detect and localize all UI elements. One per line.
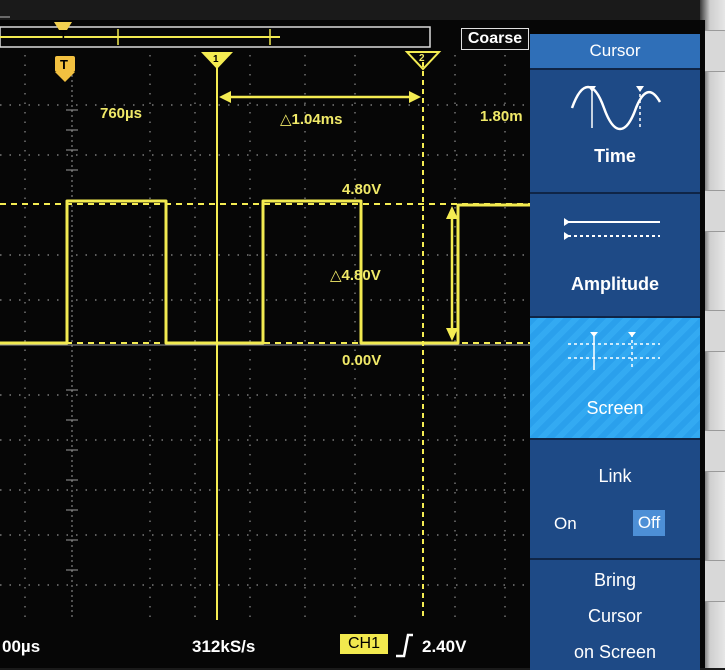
cursor-2-time-readout: 1.80m bbox=[480, 108, 523, 125]
ch1-waveform-trace bbox=[0, 199, 530, 345]
trigger-marker-label: T bbox=[60, 57, 68, 72]
waveform-graticule bbox=[0, 16, 530, 620]
channel-badge: CH1 bbox=[340, 634, 388, 654]
cursor-side-menu: Cursor Time Amplitude Screen Link On Off… bbox=[530, 34, 700, 670]
trigger-marker-label-top: T bbox=[60, 29, 67, 41]
coarse-mode-indicator[interactable]: Coarse bbox=[461, 28, 529, 50]
upper-level-readout: 4.80V bbox=[342, 181, 382, 198]
bring-cursor-line-1: Bring bbox=[593, 570, 637, 590]
menu-item-link[interactable]: Link On Off bbox=[530, 438, 700, 558]
rising-edge-icon bbox=[396, 633, 413, 658]
link-label: Link bbox=[598, 466, 632, 486]
menu-item-amplitude-label: Amplitude bbox=[571, 274, 659, 294]
cursor-2-label: 2 bbox=[419, 53, 425, 64]
menu-item-screen-label: Screen bbox=[586, 398, 644, 418]
bezel-button-3[interactable] bbox=[702, 310, 725, 352]
bezel-button-5[interactable] bbox=[702, 560, 725, 602]
lower-level-readout: 0.00V bbox=[342, 352, 382, 369]
bring-cursor-line-3: on Screen bbox=[573, 642, 657, 662]
trigger-level-readout: 2.40V bbox=[422, 637, 467, 656]
menu-item-amplitude[interactable]: Amplitude bbox=[530, 192, 700, 316]
cursor-1-label: 1 bbox=[213, 54, 219, 65]
bezel-button-1[interactable] bbox=[702, 30, 725, 72]
menu-title: Cursor bbox=[530, 34, 700, 68]
sample-rate-readout: 312kS/s bbox=[192, 637, 256, 656]
delta-amplitude-readout: △4.80V bbox=[330, 267, 381, 284]
delta-time-readout: △1.04ms bbox=[280, 111, 343, 128]
menu-item-screen[interactable]: Screen bbox=[530, 316, 700, 438]
sine-wave-cursor-icon bbox=[570, 86, 662, 130]
waveform-display: T T 1 2 760µs △1.04ms 1.80m 4.80V △4.80V… bbox=[0, 0, 530, 668]
cursor-1-time-readout: 760µs bbox=[100, 105, 143, 122]
menu-item-bring-cursor[interactable]: Bring Cursor on Screen bbox=[530, 558, 700, 670]
bezel-button-4[interactable] bbox=[702, 430, 725, 472]
screen-cursors-icon bbox=[568, 332, 660, 370]
bezel-button-2[interactable] bbox=[702, 190, 725, 232]
horizontal-lines-icon bbox=[564, 218, 660, 240]
timebase-readout: 00µs bbox=[2, 637, 41, 656]
menu-item-time-label: Time bbox=[594, 146, 636, 166]
link-on-option[interactable]: On bbox=[554, 514, 577, 534]
menu-item-time[interactable]: Time bbox=[530, 68, 700, 192]
link-off-option[interactable]: Off bbox=[633, 510, 665, 536]
bring-cursor-line-2: Cursor bbox=[587, 606, 642, 626]
